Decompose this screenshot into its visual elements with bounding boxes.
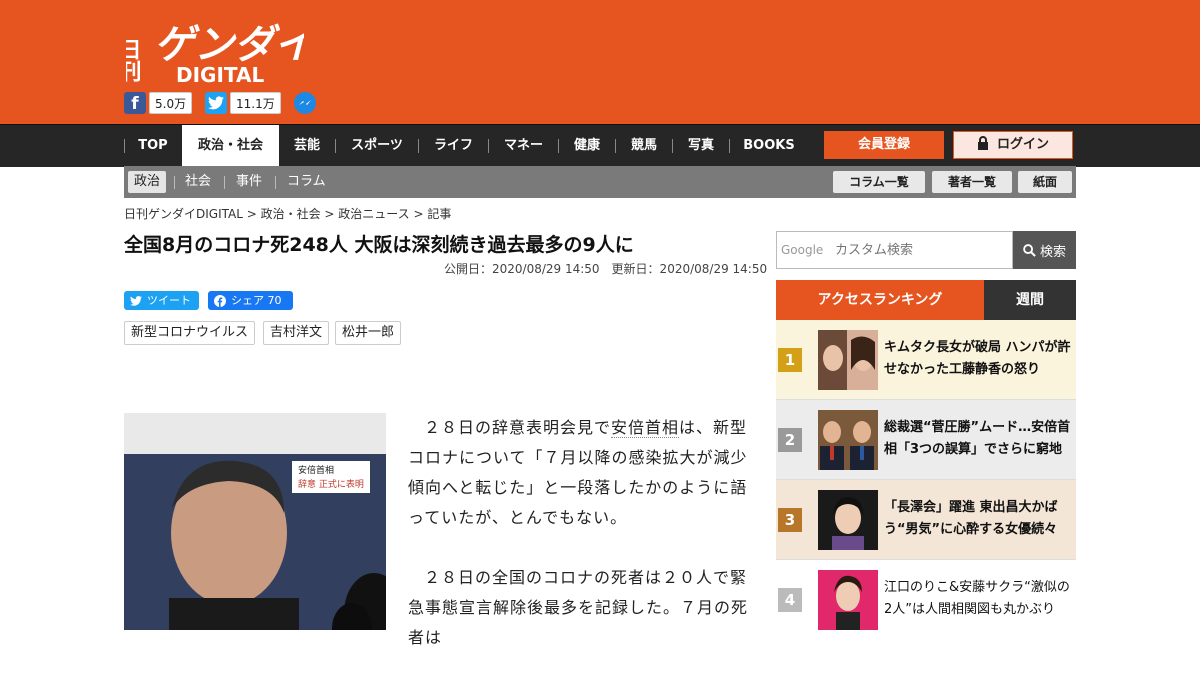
article-body: ２８日の辞意表明会見で安倍首相は、新型コロナについて「７月以降の感染拡大が減少傾…	[408, 413, 753, 683]
article-paragraph-2: ２８日の全国のコロナの死者は２０人で緊急事態宣言解除後最多を記録した。７月の死者…	[408, 568, 749, 647]
ranking-thumbnail	[818, 490, 878, 550]
paper-button[interactable]: 紙面	[1018, 171, 1072, 193]
facebook-icon	[214, 294, 226, 307]
search-button[interactable]: 検索	[1013, 231, 1076, 269]
twitter-count: 11.1万	[230, 92, 281, 114]
twitter-share[interactable]: 11.1万	[205, 91, 281, 115]
facebook-share-button[interactable]: シェア 70	[208, 291, 293, 310]
nav-health[interactable]: 健康	[559, 125, 615, 167]
login-label: ログイン	[996, 137, 1049, 152]
messenger-icon[interactable]	[293, 91, 317, 119]
lock-icon	[977, 136, 988, 150]
subnav-incident[interactable]: 事件	[236, 166, 262, 198]
column-list-button[interactable]: コラム一覧	[833, 171, 925, 193]
nav-money[interactable]: マネー	[489, 125, 558, 167]
ranking-item-2[interactable]: 2 総裁選“菅圧勝”ムード…安倍首相「3つの誤算」でさらに窮地	[776, 400, 1076, 480]
facebook-icon: f	[124, 92, 146, 114]
nav-keiba[interactable]: 競馬	[616, 125, 672, 167]
subnav-society[interactable]: 社会	[185, 166, 211, 198]
sub-nav: 政治 社会 事件 コラム コラム一覧 著者一覧 紙面	[124, 166, 1076, 198]
search-button-label: 検索	[1039, 244, 1066, 260]
ranking-thumbnail	[818, 570, 878, 630]
subnav-politics[interactable]: 政治	[128, 171, 167, 193]
site-logo[interactable]: 日刊 ゲンダイ DIGITAL	[116, 10, 317, 87]
rank-number: 1	[778, 348, 802, 372]
article-dates: 公開日：2020/08/29 14:50 更新日：2020/08/29 14:5…	[444, 262, 768, 276]
article-photo: 安倍首相 辞意 正式に表明	[124, 413, 386, 630]
facebook-share[interactable]: f 5.0万	[124, 91, 193, 115]
svg-text:ゲンダイ: ゲンダイ	[154, 22, 304, 68]
nav-books[interactable]: BOOKS	[730, 125, 808, 167]
ranking-item-3[interactable]: 3 「長澤会」躍進 東出昌大かばう“男気”に心酔する女優続々	[776, 480, 1076, 560]
rank-number: 3	[778, 508, 802, 532]
login-button[interactable]: ログイン	[953, 131, 1073, 159]
svg-text:安倍首相: 安倍首相	[298, 464, 334, 476]
twitter-icon	[205, 92, 227, 114]
tab-access-ranking[interactable]: アクセスランキング	[776, 280, 984, 320]
nav-photo[interactable]: 写真	[673, 125, 729, 167]
tag-matsui[interactable]: 松井一郎	[335, 321, 402, 345]
article-paragraph-1: ２８日の辞意表明会見で安倍首相は、新型コロナについて「７月以降の感染拡大が減少傾…	[408, 418, 748, 527]
ranking-thumbnail	[818, 330, 878, 390]
rank-number: 4	[778, 588, 802, 612]
facebook-count: 5.0万	[149, 92, 193, 114]
ranking-title: 総裁選“菅圧勝”ムード…安倍首相「3つの誤算」でさらに窮地	[884, 420, 1071, 457]
ranking-item-1[interactable]: 1 キムタク長女が破局 ハンパが許せなかった工藤静香の怒り	[776, 320, 1076, 400]
share-label: シェア 70	[231, 294, 282, 307]
subnav-column[interactable]: コラム	[287, 166, 326, 198]
svg-text:辞意 正式に表明: 辞意 正式に表明	[298, 478, 364, 490]
ranking-title: 江口のりこ&安藤サクラ“激似の2人”は人間相関図も丸かぶり	[884, 580, 1070, 617]
ranking-title: キムタク長女が破局 ハンパが許せなかった工藤静香の怒り	[884, 340, 1071, 377]
search-icon	[1023, 243, 1036, 257]
svg-text:DIGITAL: DIGITAL	[176, 63, 264, 86]
nav-sports[interactable]: スポーツ	[336, 125, 418, 167]
google-brand: Google	[781, 243, 824, 257]
breadcrumb[interactable]: 日刊ゲンダイDIGITAL > 政治・社会 > 政治ニュース > 記事	[124, 205, 451, 223]
search-box: Google	[776, 231, 1013, 269]
svg-text:日刊: 日刊	[126, 38, 142, 83]
register-button[interactable]: 会員登録	[824, 131, 944, 159]
nav-entertainment[interactable]: 芸能	[280, 125, 334, 167]
nav-top[interactable]: TOP	[126, 125, 180, 167]
tweet-label: ツイート	[147, 294, 191, 307]
twitter-icon	[130, 295, 142, 306]
ranking-thumbnail	[818, 410, 878, 470]
ranking-title: 「長澤会」躍進 東出昌大かばう“男気”に心酔する女優続々	[884, 500, 1058, 537]
abe-link[interactable]: 安倍首相	[611, 418, 680, 438]
article-title: 全国8月のコロナ死248人 大阪は深刻続き過去最多の9人に	[124, 234, 634, 256]
nav-life[interactable]: ライフ	[419, 125, 488, 167]
nav-politics[interactable]: 政治・社会	[182, 125, 279, 167]
tab-weekly[interactable]: 週間	[984, 280, 1076, 320]
tweet-button[interactable]: ツイート	[124, 291, 199, 310]
ranking-item-4[interactable]: 4 江口のりこ&安藤サクラ“激似の2人”は人間相関図も丸かぶり	[776, 560, 1076, 640]
tag-covid[interactable]: 新型コロナウイルス	[124, 321, 256, 345]
ranking-tabs: アクセスランキング 週間	[776, 280, 1076, 320]
rank-number: 2	[778, 428, 802, 452]
author-list-button[interactable]: 著者一覧	[932, 171, 1012, 193]
tag-yoshimura[interactable]: 吉村洋文	[263, 321, 330, 345]
